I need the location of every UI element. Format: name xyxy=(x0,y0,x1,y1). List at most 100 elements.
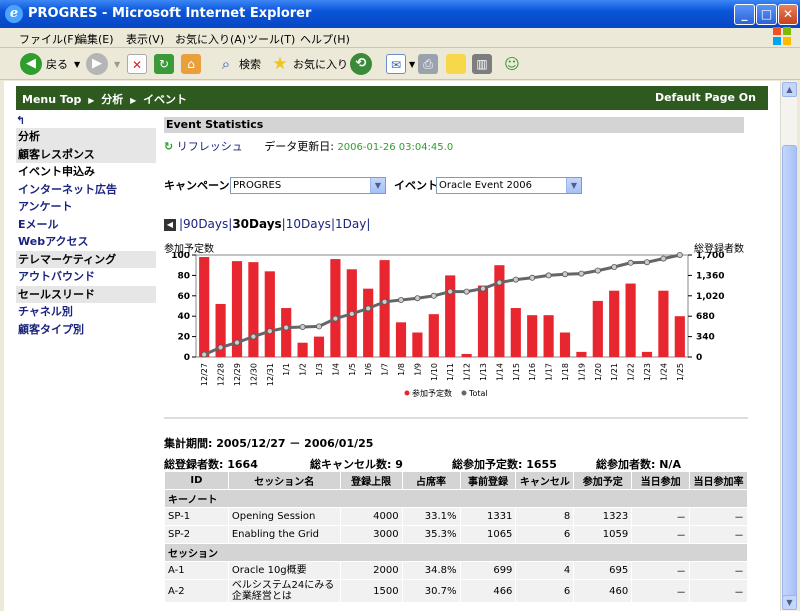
ie-icon: e xyxy=(5,5,23,23)
history-button[interactable]: ⟲ xyxy=(350,53,372,75)
vertical-scrollbar[interactable]: ▲ ▼ xyxy=(780,81,797,611)
sidebar-item[interactable]: 分析 xyxy=(16,128,156,146)
refresh-link[interactable]: リフレッシュ xyxy=(177,140,243,153)
refresh-icon: ↻ xyxy=(154,54,174,74)
scroll-up-icon[interactable]: ▲ xyxy=(782,82,797,97)
table-cell: 6 xyxy=(515,525,575,544)
x-tick-label: 1/24 xyxy=(659,363,668,381)
edit-button[interactable] xyxy=(446,53,466,75)
legend-bar-label: 参加予定数 xyxy=(412,388,452,398)
updated-value: 2006-01-26 03:04:45.0 xyxy=(337,142,454,153)
summary: 集計期間: 2005/12/27 － 2006/01/25 総登録者数: 166… xyxy=(164,435,764,471)
bar xyxy=(576,351,587,357)
close-button[interactable]: ✕ xyxy=(778,4,798,25)
refresh-button[interactable]: ↻ xyxy=(154,53,174,75)
campaign-select[interactable]: PROGRES ▼ xyxy=(230,177,386,194)
menu-edit[interactable]: 編集(E) xyxy=(76,31,114,47)
refresh-icon[interactable]: ↻ xyxy=(164,140,173,153)
crumb-analysis[interactable]: 分析 xyxy=(101,93,123,106)
range-10days[interactable]: 10Days xyxy=(286,217,331,231)
bar xyxy=(199,257,210,357)
range-1day[interactable]: 1Day xyxy=(335,217,366,231)
triangle-right-icon: ▶ xyxy=(130,96,137,105)
print-button[interactable]: ⎙ xyxy=(418,53,438,75)
table-row: A-2 ベルシステム24にみる企業経営とは 1500 30.7% 466 6 460 －－ xyxy=(164,579,748,603)
bar xyxy=(412,332,423,357)
x-tick-label: 1/15 xyxy=(512,363,521,381)
history-icon: ⟲ xyxy=(350,53,372,75)
total-point xyxy=(561,271,568,278)
messenger-button[interactable]: ☺ xyxy=(502,53,522,75)
menu-top-link[interactable]: Menu Top xyxy=(22,93,81,106)
menu-favorites[interactable]: お気に入り(A) xyxy=(175,31,246,47)
x-tick-label: 1/8 xyxy=(397,363,406,376)
sidebar-item[interactable]: テレマーケティング xyxy=(16,250,156,268)
bar xyxy=(297,342,308,357)
chevron-down-icon[interactable]: ▼ xyxy=(409,60,415,69)
x-tick-label: 12/29 xyxy=(233,363,242,386)
scroll-thumb[interactable] xyxy=(782,145,797,605)
bar xyxy=(477,285,489,357)
table-cell: 466 xyxy=(459,579,517,603)
x-tick-label: 1/20 xyxy=(594,363,603,381)
research-button[interactable]: ▥ xyxy=(472,53,492,75)
x-tick-label: 1/6 xyxy=(364,363,373,376)
sidebar-item[interactable]: セールスリード xyxy=(16,285,156,303)
range-30days[interactable]: 30Days xyxy=(232,217,281,231)
back-triangle-icon[interactable]: ◀ xyxy=(164,218,176,231)
default-page-link[interactable]: Default Page On xyxy=(655,91,756,104)
chevron-down-icon[interactable]: ▼ xyxy=(370,178,385,193)
x-tick-label: 1/9 xyxy=(413,363,422,376)
sidebar-item[interactable]: インターネット広告 xyxy=(16,181,156,199)
column-header: ID xyxy=(164,471,229,490)
mail-button[interactable]: ✉ ▼ xyxy=(386,53,415,75)
chevron-down-icon[interactable]: ▼ xyxy=(114,60,120,69)
total-attended: 総参加者数: N/A xyxy=(596,458,681,471)
period-row: 集計期間: 2005/12/27 － 2006/01/25 xyxy=(164,435,764,451)
table-cell: － xyxy=(689,507,748,526)
menu-bar: ファイル(F) 編集(E) 表示(V) お気に入り(A) ツール(T) ヘルプ(… xyxy=(0,28,800,48)
menu-view[interactable]: 表示(V) xyxy=(126,31,164,47)
sidebar-item[interactable]: アンケート xyxy=(16,198,156,216)
sidebar-item[interactable]: 顧客レスポンス xyxy=(16,145,156,163)
minimize-button[interactable]: _ xyxy=(734,4,755,25)
menu-help[interactable]: ヘルプ(H) xyxy=(300,31,350,47)
legend-bar-marker xyxy=(404,390,410,396)
back-arrow-icon[interactable]: ↰ xyxy=(16,114,156,128)
scroll-down-icon[interactable]: ▼ xyxy=(782,595,797,610)
favorites-button[interactable]: ★ お気に入り xyxy=(270,53,348,75)
menu-file[interactable]: ファイル(F) xyxy=(19,31,78,47)
back-button[interactable]: ◀ 戻る ▼ xyxy=(20,53,80,75)
sidebar-item[interactable]: アウトバウンド xyxy=(16,268,156,286)
total-point xyxy=(266,328,273,335)
chevron-down-icon[interactable]: ▼ xyxy=(566,178,581,193)
stop-button[interactable]: ✕ xyxy=(127,53,147,75)
x-tick-label: 1/7 xyxy=(381,363,390,376)
event-select[interactable]: Oracle Event 2006 ▼ xyxy=(436,177,582,194)
total-point xyxy=(217,344,224,351)
sidebar-item[interactable]: Eメール xyxy=(16,216,156,234)
sidebar-item[interactable]: 顧客タイプ別 xyxy=(16,321,156,339)
search-button[interactable]: ⌕ 検索 xyxy=(216,53,261,75)
bar xyxy=(248,262,259,357)
total-point xyxy=(348,310,355,317)
range-90days[interactable]: 90Days xyxy=(183,217,228,231)
home-button[interactable]: ⌂ xyxy=(181,53,201,75)
event-chart: 0 20 40 60 80 100 0 340 680 1,020 1,360 1,700 12/27 1… xyxy=(164,252,748,419)
sidebar-item[interactable]: イベント申込み xyxy=(16,163,156,181)
sidebar-item[interactable]: チャネル別 xyxy=(16,303,156,321)
x-tick-label: 1/19 xyxy=(577,363,586,381)
total-point xyxy=(578,270,585,277)
crumb-event[interactable]: イベント xyxy=(143,93,187,106)
star-icon: ★ xyxy=(272,54,288,74)
total-point xyxy=(332,315,339,322)
event-label: イベント xyxy=(394,179,438,192)
forward-button[interactable]: ▶ ▼ xyxy=(86,53,120,75)
right-tick-label: 1,360 xyxy=(696,271,724,281)
table-cell: 1331 xyxy=(459,507,517,526)
chevron-down-icon[interactable]: ▼ xyxy=(74,60,80,69)
maximize-button[interactable]: □ xyxy=(756,4,777,25)
sidebar-item[interactable]: Webアクセス xyxy=(16,233,156,251)
menu-tools[interactable]: ツール(T) xyxy=(247,31,295,47)
table-cell: 695 xyxy=(573,561,633,580)
